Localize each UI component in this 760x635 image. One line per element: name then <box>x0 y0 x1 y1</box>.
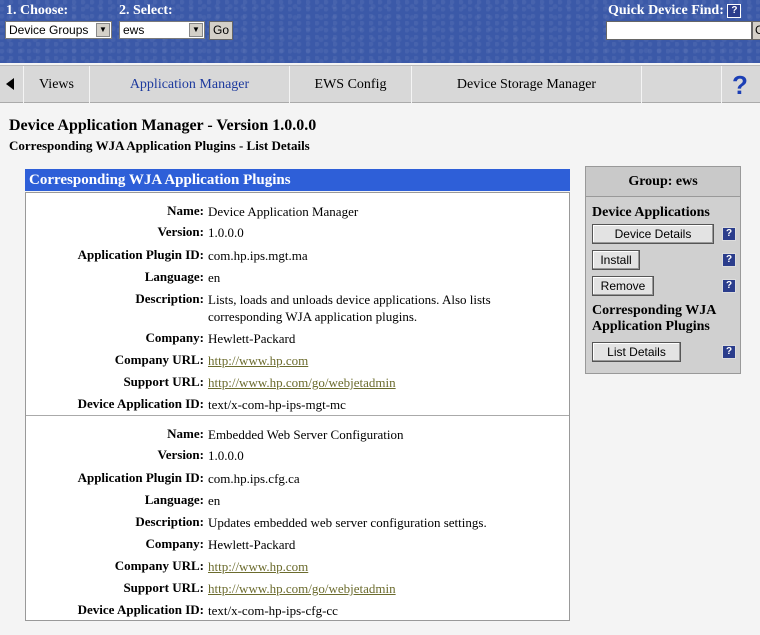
plugin-id-value: com.hp.ips.mgt.ma <box>208 248 308 263</box>
description-label: Description: <box>135 514 204 529</box>
language-value: en <box>208 493 221 508</box>
plugin-id-value: com.hp.ips.cfg.ca <box>208 471 300 486</box>
version-value: 1.0.0.0 <box>208 225 244 240</box>
chevron-down-icon: ▼ <box>189 23 203 37</box>
quick-find-label: Quick Device Find: ? <box>608 3 742 19</box>
tab-empty <box>642 66 722 103</box>
description-label: Description: <box>135 291 204 306</box>
page-title: Device Application Manager - Version 1.0… <box>9 117 317 134</box>
language-label: Language: <box>144 269 204 284</box>
name-value: Embedded Web Server Configuration <box>208 427 404 442</box>
quick-find-label-text: Quick Device Find: <box>608 3 724 18</box>
page-subtitle: Corresponding WJA Application Plugins - … <box>9 138 310 153</box>
help-icon[interactable]: ? <box>732 70 748 101</box>
help-icon[interactable]: ? <box>722 345 736 359</box>
tab-application-manager[interactable]: Application Manager <box>90 66 290 103</box>
tab-bar: Views Application Manager EWS Config Dev… <box>0 65 760 103</box>
device-app-id-value: text/x-com-hp-ips-cfg-cc <box>208 603 338 618</box>
wja-plugins-heading: Corresponding WJA Application Plugins <box>592 303 716 334</box>
support-url-link[interactable]: http://www.hp.com/go/webjetadmin <box>208 580 538 597</box>
help-icon[interactable]: ? <box>727 3 742 18</box>
language-value: en <box>208 270 221 285</box>
company-url-link[interactable]: http://www.hp.com <box>208 352 538 369</box>
company-url-label: Company URL: <box>114 352 204 367</box>
list-details-button[interactable]: List Details <box>592 342 681 362</box>
language-label: Language: <box>144 492 204 507</box>
company-url-label: Company URL: <box>114 558 204 573</box>
install-button[interactable]: Install <box>592 250 640 270</box>
top-toolbar: 1. Choose: 2. Select: Device Groups ▼ ew… <box>0 0 760 63</box>
device-app-id-label: Device Application ID: <box>77 396 204 411</box>
plugin-list-panel: Name: Device Application Manager Version… <box>25 192 570 621</box>
plugin-record: Name: Embedded Web Server Configuration … <box>26 415 569 621</box>
plugin-record: Name: Device Application Manager Version… <box>26 193 569 413</box>
company-url-link[interactable]: http://www.hp.com <box>208 558 538 575</box>
panel-title: Corresponding WJA Application Plugins <box>25 169 570 191</box>
support-url-link[interactable]: http://www.hp.com/go/webjetadmin <box>208 374 538 391</box>
company-label: Company: <box>145 330 204 345</box>
help-icon[interactable]: ? <box>722 227 736 241</box>
version-label: Version: <box>157 224 204 239</box>
tab-views[interactable]: Views <box>24 66 90 103</box>
help-icon[interactable]: ? <box>722 279 736 293</box>
company-label: Company: <box>145 536 204 551</box>
left-arrow-icon <box>6 78 14 90</box>
device-app-id-value: text/x-com-hp-ips-mgt-mc <box>208 397 346 412</box>
name-label: Name: <box>167 426 204 441</box>
device-app-id-label: Device Application ID: <box>77 602 204 617</box>
group-title: Group: ews <box>586 167 740 197</box>
version-label: Version: <box>157 447 204 462</box>
plugin-id-label: Application Plugin ID: <box>77 247 204 262</box>
tab-device-storage-manager[interactable]: Device Storage Manager <box>412 66 642 103</box>
version-value: 1.0.0.0 <box>208 448 244 463</box>
company-value: Hewlett-Packard <box>208 537 296 552</box>
chevron-down-icon: ▼ <box>96 23 110 37</box>
scroll-left-button[interactable] <box>0 66 24 103</box>
support-url-label: Support URL: <box>123 374 204 389</box>
go-button[interactable]: Go <box>209 21 233 40</box>
plugin-id-label: Application Plugin ID: <box>77 470 204 485</box>
name-label: Name: <box>167 203 204 218</box>
company-value: Hewlett-Packard <box>208 331 296 346</box>
choose-dropdown-value: Device Groups <box>9 23 89 37</box>
side-actions-panel: Group: ews Device Applications Device De… <box>585 166 741 374</box>
select-label: 2. Select: <box>119 3 173 18</box>
support-url-label: Support URL: <box>123 580 204 595</box>
select-dropdown-value: ews <box>123 23 145 37</box>
quick-find-input[interactable] <box>606 21 752 40</box>
choose-label: 1. Choose: <box>6 3 69 18</box>
quick-find-go-button[interactable]: G <box>752 21 760 40</box>
device-applications-heading: Device Applications <box>592 205 710 220</box>
description-value: Lists, loads and unloads device applicat… <box>208 292 491 324</box>
choose-dropdown[interactable]: Device Groups ▼ <box>5 21 112 39</box>
remove-button[interactable]: Remove <box>592 276 654 296</box>
name-value: Device Application Manager <box>208 204 359 219</box>
help-icon[interactable]: ? <box>722 253 736 267</box>
device-details-button[interactable]: Device Details <box>592 224 714 244</box>
tab-ews-config[interactable]: EWS Config <box>290 66 412 103</box>
select-dropdown[interactable]: ews ▼ <box>119 21 205 39</box>
description-value: Updates embedded web server configuratio… <box>208 515 487 530</box>
